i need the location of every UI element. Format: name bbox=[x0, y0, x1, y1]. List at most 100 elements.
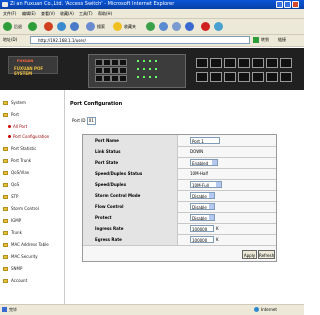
menu-edit[interactable]: 编辑(E) bbox=[22, 11, 36, 17]
speed-duplex-status-value: 10M-Half bbox=[190, 171, 208, 176]
back-label[interactable]: 后退 bbox=[14, 24, 22, 30]
uplink-port-2[interactable] bbox=[210, 58, 222, 68]
port-id-selector: Port ID 01 bbox=[72, 117, 96, 125]
print-icon[interactable] bbox=[172, 22, 181, 31]
forward-icon[interactable] bbox=[28, 22, 37, 31]
menu-favorites[interactable]: 收藏(A) bbox=[60, 11, 74, 17]
messenger-icon[interactable] bbox=[201, 22, 210, 31]
zone-label: Internet bbox=[261, 307, 277, 312]
sidebar-item-all-port[interactable]: All Port bbox=[7, 124, 27, 129]
go-button[interactable]: 转到 bbox=[261, 37, 269, 43]
egress-rate-input[interactable]: 100000 bbox=[190, 236, 214, 243]
page-title: Port Configuration bbox=[70, 101, 123, 107]
port-5[interactable] bbox=[95, 67, 103, 74]
protect-select[interactable]: Disable bbox=[190, 214, 215, 221]
sidebar-item-label: Port Statistic bbox=[11, 146, 37, 151]
home-icon[interactable] bbox=[70, 22, 79, 31]
port-id-select[interactable]: 01 bbox=[86, 117, 96, 125]
sidebar-item-account[interactable]: Account bbox=[3, 278, 27, 283]
sidebar-item-port-trunk[interactable]: Port Trunk bbox=[3, 158, 31, 163]
close-button[interactable] bbox=[292, 1, 299, 8]
sidebar-item-trunk[interactable]: Trunk bbox=[3, 230, 22, 235]
search-icon[interactable] bbox=[86, 22, 95, 31]
sidebar-item-label: SNMP bbox=[11, 266, 23, 271]
sidebar-item-mac-security[interactable]: MAC Security bbox=[3, 254, 38, 259]
sidebar-item-qos-vlan[interactable]: QoS/Vlan bbox=[3, 170, 29, 175]
go-icon[interactable] bbox=[253, 37, 259, 43]
minimize-button[interactable] bbox=[276, 1, 283, 8]
uplink-port-12[interactable] bbox=[252, 72, 264, 82]
protect-label: Protect bbox=[83, 212, 178, 223]
back-icon[interactable] bbox=[3, 22, 12, 31]
sidebar-item-port-configuration[interactable]: Port Configuration bbox=[7, 134, 49, 139]
uplink-port-7[interactable] bbox=[280, 58, 292, 68]
media-icon[interactable] bbox=[214, 22, 223, 31]
flow-control-select[interactable]: Disable bbox=[190, 203, 215, 210]
refresh-button[interactable]: Refresh bbox=[258, 250, 275, 259]
refresh-icon[interactable] bbox=[57, 22, 66, 31]
folder-icon bbox=[3, 112, 8, 117]
brand-top-text: FUXUAN bbox=[17, 59, 34, 63]
menu-tools[interactable]: 工具(T) bbox=[79, 11, 93, 17]
links-label[interactable]: 链接 bbox=[278, 37, 286, 43]
main-content: Port Configuration Port ID 01 Port Name … bbox=[66, 90, 304, 304]
uplink-port-14[interactable] bbox=[280, 72, 292, 82]
uplink-port-6[interactable] bbox=[266, 58, 278, 68]
port-9[interactable] bbox=[95, 75, 103, 82]
sidebar-item-port-statistic[interactable]: Port Statistic bbox=[3, 146, 36, 151]
uplink-port-8[interactable] bbox=[196, 72, 208, 82]
port-6[interactable] bbox=[103, 67, 111, 74]
folder-icon bbox=[3, 194, 8, 199]
port-state-select[interactable]: Enabled bbox=[190, 159, 218, 166]
sidebar-item-stp[interactable]: STP bbox=[3, 194, 18, 199]
uplink-port-3[interactable] bbox=[224, 58, 236, 68]
address-input[interactable]: http://192.168.1.1/user/ bbox=[30, 36, 250, 44]
uplink-port-1[interactable] bbox=[196, 58, 208, 68]
sidebar-item-igmp[interactable]: IGMP bbox=[3, 218, 21, 223]
port-11[interactable] bbox=[111, 75, 119, 82]
sidebar-item-storm-control[interactable]: Storm Control bbox=[3, 206, 39, 211]
history-icon[interactable] bbox=[146, 22, 155, 31]
port-8[interactable] bbox=[119, 67, 127, 74]
port-12[interactable] bbox=[119, 75, 127, 82]
menu-view[interactable]: 查看(V) bbox=[41, 11, 55, 17]
uplink-port-11[interactable] bbox=[238, 72, 250, 82]
uplink-port-13[interactable] bbox=[266, 72, 278, 82]
port-name-input[interactable]: Port 1 bbox=[190, 137, 220, 144]
port-10[interactable] bbox=[103, 75, 111, 82]
uplink-port-10[interactable] bbox=[224, 72, 236, 82]
uplink-port-4[interactable] bbox=[238, 58, 250, 68]
stop-icon[interactable] bbox=[44, 22, 53, 31]
status-led bbox=[149, 68, 151, 70]
port-1[interactable] bbox=[95, 59, 103, 66]
sidebar-item-port[interactable]: Port bbox=[3, 112, 19, 117]
uplink-port-5[interactable] bbox=[252, 58, 264, 68]
maximize-button[interactable] bbox=[284, 1, 291, 8]
sidebar-item-label: MAC Address Table bbox=[11, 242, 49, 247]
storm-control-mode-select[interactable]: Disable bbox=[190, 192, 215, 199]
sidebar-item-snmp[interactable]: SNMP bbox=[3, 266, 22, 271]
search-label[interactable]: 搜索 bbox=[97, 24, 105, 30]
favorites-icon[interactable] bbox=[113, 22, 122, 31]
port-7[interactable] bbox=[111, 67, 119, 74]
sidebar-item-qos[interactable]: QoS bbox=[3, 182, 19, 187]
port-2[interactable] bbox=[103, 59, 111, 66]
port-3[interactable] bbox=[111, 59, 119, 66]
edit-icon[interactable] bbox=[185, 22, 194, 31]
ingress-rate-unit: K bbox=[216, 226, 219, 231]
sidebar-item-label: Port Configuration bbox=[13, 134, 50, 139]
toolbar: 后退 搜索 收藏夹 bbox=[0, 19, 304, 35]
menu-file[interactable]: 文件(F) bbox=[3, 11, 16, 17]
ingress-rate-input[interactable]: 100000 bbox=[190, 225, 214, 232]
favorites-label[interactable]: 收藏夹 bbox=[124, 24, 136, 30]
port-4[interactable] bbox=[119, 59, 127, 66]
address-label: 地址(D) bbox=[3, 37, 18, 42]
mail-icon[interactable] bbox=[159, 22, 168, 31]
uplink-port-9[interactable] bbox=[210, 72, 222, 82]
speed-duplex-select[interactable]: 10M-Full bbox=[190, 181, 222, 188]
menu-help[interactable]: 帮助(H) bbox=[98, 11, 112, 17]
apply-button[interactable]: Apply bbox=[242, 250, 257, 259]
sidebar-item-mac-address-table[interactable]: MAC Address Table bbox=[3, 242, 49, 247]
folder-icon bbox=[3, 146, 8, 151]
sidebar-item-system[interactable]: System bbox=[3, 100, 26, 105]
